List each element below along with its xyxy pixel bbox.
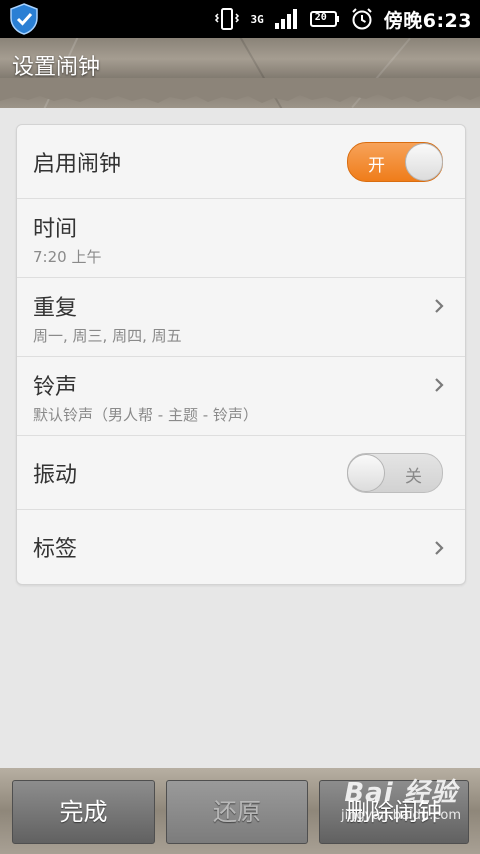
status-bar: 3G 20 傍晚6:23 bbox=[0, 0, 480, 38]
done-button[interactable]: 完成 bbox=[12, 780, 155, 844]
status-time: 傍晚6:23 bbox=[383, 9, 472, 32]
enable-alarm-row[interactable]: 启用闹钟 开 bbox=[17, 125, 465, 199]
toggle-knob bbox=[405, 143, 443, 181]
alarm-clock-icon bbox=[352, 8, 372, 30]
vibrate-toggle[interactable]: 关 bbox=[347, 453, 443, 493]
time-value: 7:20 上午 bbox=[33, 248, 102, 266]
alarm-settings-card: 启用闹钟 开 时间 7:20 上午 重复 周一, 周三, 周四, 周五 铃声 默… bbox=[16, 124, 466, 585]
signal-strength-icon bbox=[274, 9, 297, 29]
vibrate-label: 振动 bbox=[33, 463, 78, 488]
bottom-action-bar: 完成 还原 删除闹钟 bbox=[0, 768, 480, 854]
time-row[interactable]: 时间 7:20 上午 bbox=[17, 199, 465, 278]
enable-alarm-label: 启用闹钟 bbox=[33, 152, 122, 177]
label-chevron-right-icon bbox=[435, 541, 444, 555]
ringtone-label: 铃声 bbox=[33, 375, 78, 400]
page-title: 设置闹钟 bbox=[12, 55, 101, 80]
ringtone-row[interactable]: 铃声 默认铃声（男人帮 - 主题 - 铃声） bbox=[17, 357, 465, 436]
ringtone-value: 默认铃声（男人帮 - 主题 - 铃声） bbox=[33, 406, 258, 424]
toggle-knob bbox=[347, 454, 385, 492]
revert-button[interactable]: 还原 bbox=[166, 780, 308, 844]
repeat-label: 重复 bbox=[33, 296, 78, 321]
torn-paper-edge bbox=[0, 78, 480, 103]
toggle-on-label: 开 bbox=[368, 156, 385, 176]
time-label: 时间 bbox=[33, 217, 78, 242]
delete-alarm-button[interactable]: 删除闹钟 bbox=[319, 780, 469, 844]
network-type-label: 3G bbox=[250, 12, 264, 26]
label-row[interactable]: 标签 bbox=[17, 510, 465, 584]
ringtone-chevron-right-icon bbox=[435, 378, 444, 392]
battery-level: 20 bbox=[314, 12, 327, 23]
security-shield-icon bbox=[10, 3, 38, 35]
enable-alarm-toggle[interactable]: 开 bbox=[347, 142, 443, 182]
repeat-chevron-right-icon bbox=[435, 299, 444, 313]
repeat-value: 周一, 周三, 周四, 周五 bbox=[33, 327, 182, 345]
battery-icon: 20 bbox=[309, 10, 340, 28]
label-label: 标签 bbox=[33, 537, 78, 562]
vibrate-mode-icon bbox=[215, 8, 240, 30]
vibrate-row[interactable]: 振动 关 bbox=[17, 436, 465, 510]
toggle-off-label: 关 bbox=[405, 467, 422, 487]
repeat-row[interactable]: 重复 周一, 周三, 周四, 周五 bbox=[17, 278, 465, 357]
